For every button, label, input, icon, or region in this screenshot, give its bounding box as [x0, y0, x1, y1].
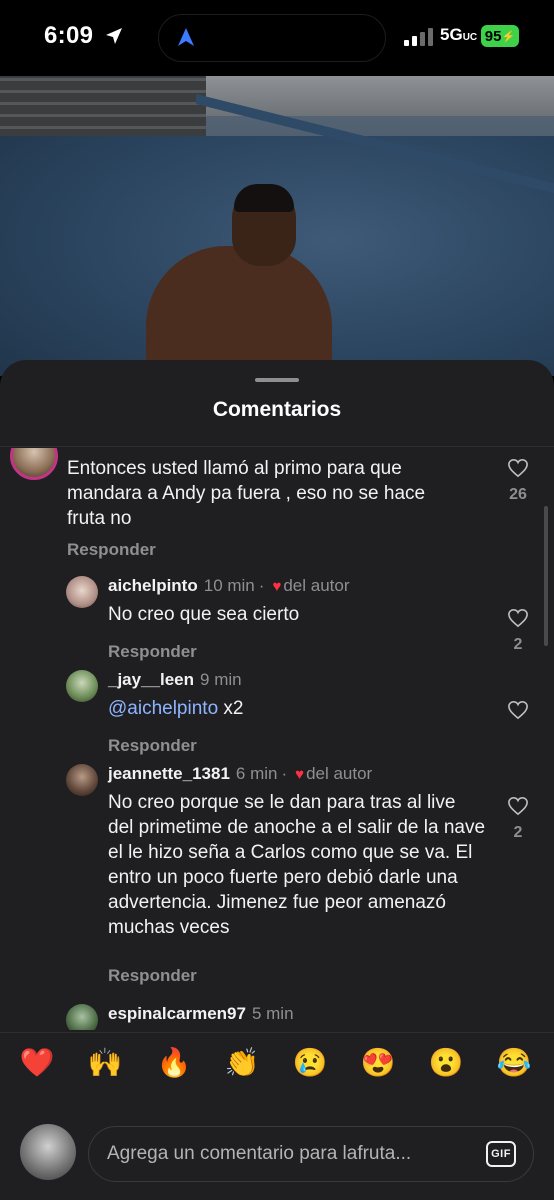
comment-text: Entonces usted llamó al primo para que m…	[67, 458, 426, 529]
username[interactable]: jeannette_1381	[108, 764, 230, 783]
like-count: 26	[509, 486, 527, 503]
signal-icon	[404, 28, 433, 46]
emoji-crying[interactable]: 😢	[290, 1043, 330, 1083]
person-hair	[234, 184, 294, 212]
comment-input[interactable]	[88, 1126, 534, 1182]
emoji-heart-eyes[interactable]: 😍	[358, 1043, 398, 1083]
comment-text-suffix: x2	[218, 698, 244, 719]
emoji-quick-bar: ❤️ 🙌 🔥 👏 😢 😍 😮 😂	[0, 1032, 554, 1092]
separator-dot: ·	[281, 764, 288, 783]
comment-item: jeannette_1381 6 min · ♥ del autor No creo p…	[0, 760, 554, 996]
comments-sheet: Comentarios Entonces usted llamó al prim…	[0, 360, 554, 1200]
comment-meta: jeannette_1381 6 min · ♥ del autor	[108, 764, 372, 784]
comment-time: 5 min	[251, 1004, 294, 1023]
sheet-title: Comentarios	[212, 398, 342, 421]
gif-icon[interactable]: GIF	[486, 1141, 516, 1167]
comment-meta: _jay__leen 9 min	[108, 670, 242, 690]
avatar[interactable]	[66, 576, 98, 608]
like-count: 2	[513, 636, 523, 653]
current-user-avatar[interactable]	[20, 1124, 76, 1180]
comment-meta: espinalcarmen97 5 min	[108, 1004, 294, 1024]
status-time: 6:09	[44, 22, 94, 49]
username[interactable]: _jay__leen	[108, 670, 194, 689]
sheet-grabber[interactable]	[255, 378, 299, 382]
comment-time: 6 min	[235, 764, 278, 783]
like-count: 2	[513, 824, 523, 841]
emoji-surprised[interactable]: 😮	[426, 1043, 466, 1083]
comments-scrollbar[interactable]	[544, 506, 548, 646]
comment-text: @aichelpinto x2	[108, 696, 478, 721]
comment-text: No creo porque se le dan para tras al li…	[108, 792, 486, 938]
author-heart-icon: ♥	[295, 766, 305, 783]
heart-outline-icon	[508, 796, 528, 816]
avatar[interactable]	[10, 448, 58, 480]
avatar[interactable]	[66, 670, 98, 702]
comment-composer: GIF	[0, 1092, 554, 1200]
comment-time: 10 min	[203, 576, 255, 595]
emoji-raised-hands[interactable]: 🙌	[85, 1043, 125, 1083]
reply-button[interactable]: Responder	[67, 540, 156, 560]
comment-item: aichelpinto 10 min · ♥ del autor No creo que…	[0, 572, 554, 662]
comment-item: _jay__leen 9 min @aichelpinto x2 Responde…	[0, 666, 554, 756]
comment-time: 9 min	[200, 670, 242, 689]
status-bar: 6:09 5GUC 95 ⚡	[0, 0, 554, 76]
comments-list[interactable]: Entonces usted llamó al primo para que m…	[0, 448, 554, 1030]
like-button[interactable]: 2	[501, 608, 535, 654]
author-heart-icon: ♥	[272, 578, 282, 595]
heart-outline-icon	[508, 608, 528, 628]
separator-dot: ·	[258, 576, 265, 595]
battery-indicator: 95 ⚡	[481, 25, 519, 47]
sheet-divider	[0, 446, 554, 447]
heart-outline-icon	[508, 458, 528, 478]
stone-wall	[0, 76, 206, 138]
emoji-fire[interactable]: 🔥	[154, 1043, 194, 1083]
comment-item: Entonces usted llamó al primo para que m…	[0, 448, 554, 568]
charging-bolt-icon: ⚡	[501, 30, 516, 43]
reply-button[interactable]: Responder	[108, 736, 197, 756]
reply-button[interactable]: Responder	[108, 642, 197, 662]
mention-link[interactable]: @aichelpinto	[108, 698, 218, 719]
avatar[interactable]	[66, 764, 98, 796]
comment-item: espinalcarmen97 5 min	[0, 1000, 554, 1030]
author-badge: del autor	[306, 764, 373, 783]
like-button[interactable]: 26	[501, 458, 535, 504]
emoji-clapping[interactable]: 👏	[222, 1043, 262, 1083]
person-body	[146, 246, 332, 376]
username[interactable]: espinalcarmen97	[108, 1004, 246, 1023]
author-badge: del autor	[283, 576, 350, 595]
emoji-laughing[interactable]: 😂	[494, 1043, 534, 1083]
navigation-arrow-icon	[178, 28, 194, 46]
like-button[interactable]: 2	[501, 796, 535, 842]
emoji-heart[interactable]: ❤️	[17, 1043, 57, 1083]
comment-text: No creo que sea cierto	[108, 604, 300, 625]
location-arrow-icon	[106, 28, 122, 44]
live-video-frame[interactable]	[0, 76, 554, 376]
avatar[interactable]	[66, 1004, 98, 1030]
heart-outline-icon	[508, 700, 528, 720]
comment-meta: aichelpinto 10 min · ♥ del autor	[108, 576, 350, 596]
username[interactable]: aichelpinto	[108, 576, 198, 595]
network-label: 5GUC	[440, 25, 478, 44]
reply-button[interactable]: Responder	[108, 966, 197, 986]
like-button[interactable]	[501, 700, 535, 720]
